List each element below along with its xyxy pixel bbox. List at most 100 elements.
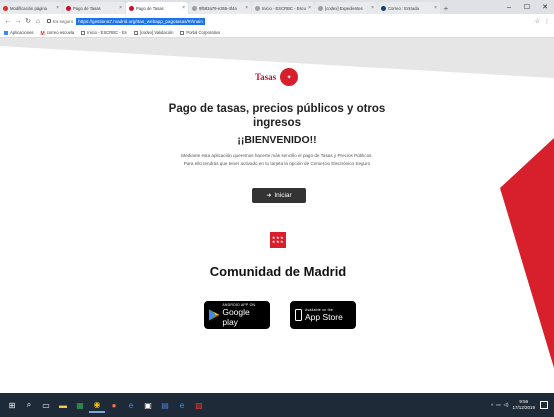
store-icon[interactable]: ▣ (140, 397, 156, 413)
firefox-icon[interactable]: ● (106, 397, 122, 413)
close-tab-icon[interactable]: × (371, 5, 374, 11)
home-icon[interactable]: ⌂ (33, 18, 43, 25)
madrid-emblem-icon: ✦ (280, 68, 299, 86)
reload-icon[interactable]: ↻ (23, 17, 33, 25)
close-tab-icon[interactable]: × (434, 5, 437, 11)
bookmark-label: Portal Corporativo (186, 30, 221, 35)
right-red-shape (500, 138, 554, 368)
clock[interactable]: 9:56 17/12/2019 (512, 399, 535, 411)
favicon-icon (3, 5, 8, 11)
favicon-icon (129, 5, 134, 11)
close-window-button[interactable]: ✕ (536, 0, 554, 14)
new-tab-button[interactable]: + (441, 2, 451, 14)
page-title: Pago de tasas, precios públicos y otros … (168, 103, 386, 129)
menu-icon[interactable]: ⋮ (544, 18, 550, 25)
tab-label: Pago de Tasas (136, 5, 164, 11)
bookmarks-bar: Aplicaciones Mcorreo escuela Inicio - ESCR… (0, 28, 554, 38)
excel-icon[interactable]: ▦ (72, 397, 88, 413)
chrome-icon[interactable]: ◉ (89, 397, 105, 413)
word-icon[interactable]: ▤ (157, 397, 173, 413)
comunidad-madrid-flag-icon: ★★★ ★★★ (270, 232, 286, 248)
task-view-icon[interactable]: ▭ (38, 397, 54, 413)
tab-strip: Modificación página × Pago de Tasas × Pago d… (0, 0, 554, 14)
browser-tab[interactable]: Inicio - ESCRBC - Escu × (252, 2, 314, 14)
clock-date: 17/12/2019 (512, 405, 535, 410)
tab-label: Inicio - ESCRBC - Escu (262, 5, 306, 11)
bookmark-item[interactable]: Aplicaciones (4, 30, 34, 35)
logo-word: Tasas (255, 72, 277, 82)
forward-icon[interactable]: → (13, 18, 23, 25)
tab-label: Pago de Tasas (73, 5, 101, 11)
close-tab-icon[interactable]: × (308, 5, 311, 11)
tab-label: Modificación página (10, 5, 48, 11)
google-play-big-text: Google play (222, 307, 250, 327)
start-button[interactable]: ➜ Iniciar (252, 188, 306, 203)
lock-icon (47, 19, 51, 23)
url-field[interactable]: https://gestiona7.madrid.org/rtas_webapp… (76, 17, 205, 25)
system-tray: ^ ▭ ◁) 9:56 17/12/2019 (491, 393, 548, 417)
windows-taskbar: ⊞ ⌕ ▭ ▬ ▦ ◉ ● e ▣ ▤ e ▧ ^ ▭ ◁) 9:56 17/1… (0, 393, 554, 417)
pdf-icon[interactable]: ▧ (191, 397, 207, 413)
google-play-badge[interactable]: ANDROID APP ON Google play (204, 301, 270, 329)
tab-label: Correo : Entrada (388, 5, 419, 11)
security-indicator[interactable]: Es seguro (47, 19, 73, 24)
tab-label: [codex] Expedientes (325, 5, 363, 11)
welcome-heading: ¡¡BIENVENIDO!! (237, 134, 317, 146)
bookmark-label: Inicio - ESCRBC - Es (87, 30, 127, 35)
favicon-icon (255, 5, 260, 11)
edge-icon[interactable]: e (123, 397, 139, 413)
favicon-icon (192, 5, 197, 11)
maximize-button[interactable]: ☐ (518, 0, 536, 14)
close-tab-icon[interactable]: × (245, 5, 248, 11)
bookmark-item[interactable]: Portal Corporativo (180, 30, 220, 35)
phone-icon (295, 309, 302, 321)
back-icon[interactable]: ← (3, 18, 13, 25)
bookmark-item[interactable]: Inicio - ESCRBC - Es (81, 30, 127, 35)
start-button-label: Iniciar (274, 192, 292, 199)
address-bar-row: ← → ↻ ⌂ Es seguro https://gestiona7.madr… (0, 14, 554, 28)
tasas-logo: Tasas ✦ (255, 68, 299, 86)
page-icon (180, 30, 185, 35)
browser-tab[interactable]: [codex] Expedientes × (315, 2, 377, 14)
description-text: Mediante esta aplicación queremos hacert… (181, 153, 373, 166)
tray-arrow-icon[interactable]: ^ (491, 403, 493, 408)
browser-tab[interactable]: Modificación página × (0, 2, 62, 14)
organization-name: Comunidad de Madrid (209, 264, 347, 279)
page-icon (81, 30, 86, 35)
sign-in-icon: ➜ (266, 193, 272, 199)
favicon-icon (381, 5, 386, 11)
web-page: Tasas ✦ Pago de tasas, precios públicos … (0, 38, 554, 393)
network-icon[interactable]: ▭ (496, 402, 500, 408)
start-menu-icon[interactable]: ⊞ (4, 397, 20, 413)
close-tab-icon[interactable]: × (182, 5, 185, 11)
browser-tab[interactable]: Pago de Tasas × (63, 2, 125, 14)
app-store-badge[interactable]: Available on the App Store (290, 301, 356, 329)
minimize-button[interactable]: – (500, 0, 518, 14)
bookmark-label: [codex] Validación (139, 30, 174, 35)
bookmark-label: Aplicaciones (10, 30, 34, 35)
close-tab-icon[interactable]: × (56, 5, 59, 11)
background-decoration (0, 38, 554, 368)
search-icon[interactable]: ⌕ (21, 397, 37, 413)
apps-icon (4, 30, 8, 35)
browser-tab[interactable]: 9f583a79-e355-4f4a × (189, 2, 251, 14)
bookmark-label: correo escuela (46, 30, 75, 35)
favicon-icon (318, 5, 323, 11)
notification-icon[interactable] (540, 401, 548, 409)
bookmark-star-icon[interactable]: ☆ (535, 18, 540, 25)
bookmark-item[interactable]: [codex] Validación (133, 30, 174, 35)
page-icon (133, 30, 138, 35)
google-play-icon (209, 309, 220, 321)
browser-tab[interactable]: Correo : Entrada × (378, 2, 440, 14)
browser-tab[interactable]: Pago de Tasas × (126, 2, 188, 14)
tab-label: 9f583a79-e355-4f4a (199, 5, 237, 11)
app-store-big-text: App Store (305, 312, 343, 322)
close-tab-icon[interactable]: × (119, 5, 122, 11)
window-controls: – ☐ ✕ (500, 0, 554, 14)
bookmark-item[interactable]: Mcorreo escuela (40, 30, 75, 37)
volume-icon[interactable]: ◁) (504, 402, 509, 408)
gmail-icon: M (40, 30, 45, 37)
file-explorer-icon[interactable]: ▬ (55, 397, 71, 413)
ie-icon[interactable]: e (174, 397, 190, 413)
favicon-icon (66, 5, 71, 11)
